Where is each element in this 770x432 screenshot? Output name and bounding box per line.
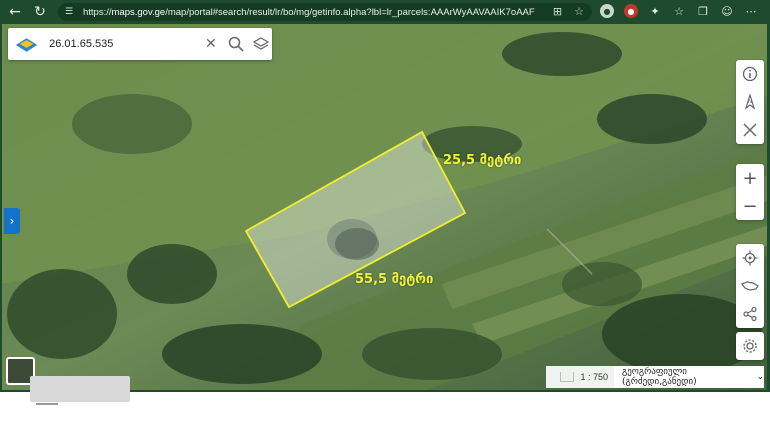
share-icon[interactable] <box>736 300 764 328</box>
chevron-right-icon: › <box>9 214 15 228</box>
zoom-in-button[interactable]: + <box>736 164 764 192</box>
scale-indicator: 1 : 750 <box>546 366 614 388</box>
settings-group <box>736 332 764 360</box>
search-icon[interactable] <box>225 33 246 55</box>
locate-me-icon[interactable] <box>736 244 764 272</box>
profile-icon[interactable]: ☺ <box>720 4 734 18</box>
favorites-icon[interactable]: ☆ <box>672 4 686 18</box>
measure-label-long: 55,5 მეტრი <box>355 272 434 287</box>
search-input[interactable] <box>49 38 195 50</box>
location-tools-group <box>736 244 764 328</box>
scale-text: 1 : 750 <box>580 372 608 382</box>
map-tools-group: N <box>736 60 764 144</box>
search-panel: ✕ <box>8 28 272 60</box>
more-menu-icon[interactable]: ⋯ <box>744 4 758 18</box>
browser-toolbar: ← ↻ ☰ https://maps.gov.ge/map/portal#sea… <box>0 0 770 24</box>
coordinate-system-select[interactable]: გეოგრაფიული (გრძედი,განედი) ⌄ <box>614 366 764 388</box>
blurred-area <box>30 376 130 402</box>
coordinate-system-label: გეოგრაფიული (გრძედი,განედი) <box>622 367 697 387</box>
collections-icon[interactable]: ❐ <box>696 4 710 18</box>
chevron-down-icon: ⌄ <box>756 372 764 382</box>
divider <box>36 403 58 405</box>
clear-icon[interactable]: ✕ <box>200 33 221 55</box>
address-url[interactable]: https://maps.gov.ge/map/portal#search/re… <box>83 7 535 18</box>
zoom-out-button[interactable]: − <box>736 192 764 220</box>
reload-icon[interactable]: ↻ <box>30 2 50 22</box>
measure-label-short: 25,5 მეტრი <box>443 153 522 168</box>
zoom-controls: + − <box>736 164 764 220</box>
svg-text:N: N <box>748 99 752 105</box>
app-install-icon[interactable]: ⊞ <box>553 5 562 18</box>
address-bar[interactable]: ☰ https://maps.gov.ge/map/portal#search/… <box>58 3 592 21</box>
georgia-extent-icon[interactable] <box>736 272 764 300</box>
compass-north-icon[interactable]: N <box>736 88 764 116</box>
map-viewport[interactable]: 25,5 მეტრი 55,5 მეტრი <box>0 24 770 392</box>
expand-panel-button[interactable]: › <box>4 208 20 234</box>
layers-icon[interactable] <box>251 33 272 55</box>
back-icon[interactable]: ← <box>5 2 25 22</box>
extension-red-icon[interactable]: ● <box>624 4 638 18</box>
gear-icon[interactable] <box>736 332 764 360</box>
napr-logo-icon <box>15 38 38 52</box>
extensions-puzzle-icon[interactable]: ✦ <box>648 4 662 18</box>
extension-icon[interactable]: ● <box>600 4 614 18</box>
measure-tools-icon[interactable] <box>736 116 764 144</box>
site-info-icon[interactable]: ☰ <box>65 7 79 17</box>
info-icon[interactable] <box>736 60 764 88</box>
bookmark-star-icon[interactable]: ☆ <box>574 5 584 18</box>
scale-ruler-icon <box>560 372 574 382</box>
satellite-imagery <box>2 24 767 390</box>
